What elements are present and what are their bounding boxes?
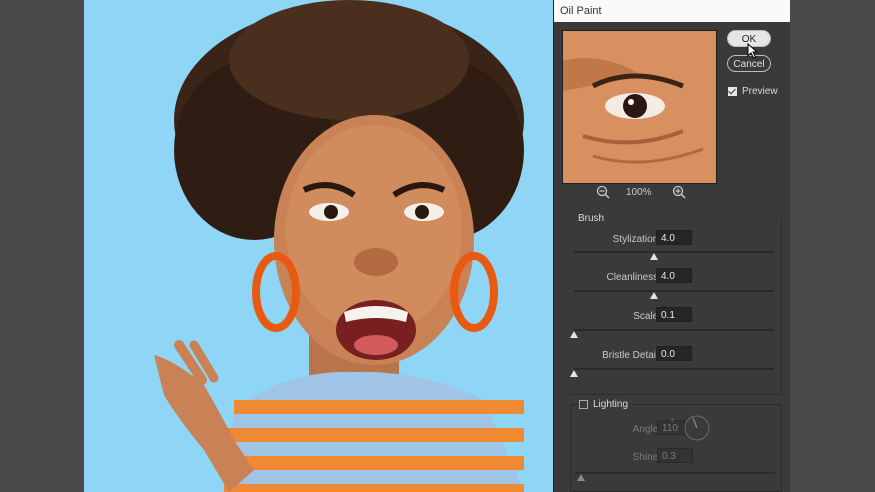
preview-toggle[interactable]: Preview — [728, 86, 778, 97]
stylization-slider-thumb[interactable] — [650, 253, 658, 260]
bristle-detail-label: Bristle Detail: — [602, 350, 661, 361]
lighting-checkbox[interactable] — [579, 399, 588, 409]
bristle-detail-input[interactable]: 0.0 — [656, 346, 692, 361]
cleanliness-slider-thumb[interactable] — [650, 292, 658, 299]
angle-dial-icon[interactable] — [684, 415, 710, 441]
brush-group: Stylization: 4.0 Cleanliness: 4.0 Scale:… — [570, 219, 782, 395]
preview-checkbox[interactable] — [728, 86, 737, 96]
cleanliness-input[interactable]: 4.0 — [656, 268, 692, 283]
scale-input[interactable]: 0.1 — [656, 307, 692, 322]
stylization-row: Stylization: 4.0 — [570, 230, 781, 250]
stylization-label: Stylization: — [612, 234, 661, 245]
cleanliness-row: Cleanliness: 4.0 — [570, 268, 781, 288]
scale-slider[interactable] — [570, 328, 774, 338]
angle-degree-unit: ° — [671, 418, 675, 427]
cleanliness-slider[interactable] — [574, 289, 774, 299]
lighting-group: Lighting Angle: 110 Shine: 0.3 — [570, 399, 782, 492]
shine-slider-thumb[interactable] — [577, 474, 585, 481]
oil-paint-photo — [154, 0, 524, 492]
scale-slider-thumb[interactable] — [570, 331, 578, 338]
zoom-out-icon[interactable] — [596, 185, 610, 199]
shine-slider[interactable] — [575, 471, 775, 481]
bristle-detail-slider[interactable] — [570, 367, 774, 377]
angle-row: Angle: 110 — [571, 420, 781, 440]
shine-input[interactable]: 0.3 — [657, 448, 693, 463]
image-canvas[interactable] — [84, 0, 556, 492]
shine-row: Shine: 0.3 — [571, 448, 781, 468]
bristle-detail-slider-thumb[interactable] — [570, 370, 578, 377]
stylization-input[interactable]: 4.0 — [656, 230, 692, 245]
cleanliness-label: Cleanliness: — [606, 272, 661, 283]
stylization-slider[interactable] — [574, 250, 774, 260]
scale-row: Scale: 0.1 — [570, 307, 781, 327]
oil-paint-dialog: Oil Paint 100% OK Cancel Preview Brush S… — [553, 0, 790, 492]
preview-eye-image — [563, 31, 716, 183]
zoom-controls: 100% — [592, 185, 692, 201]
zoom-in-icon[interactable] — [672, 185, 686, 199]
workspace-right-margin — [790, 0, 875, 492]
zoom-level: 100% — [626, 187, 652, 198]
lighting-toggle[interactable]: Lighting — [579, 399, 633, 410]
preview-thumbnail[interactable] — [562, 30, 717, 184]
bristle-detail-row: Bristle Detail: 0.0 — [570, 346, 781, 366]
mouse-cursor-icon — [747, 43, 759, 59]
preview-label: Preview — [742, 86, 778, 97]
dialog-title: Oil Paint — [554, 0, 790, 22]
lighting-title: Lighting — [593, 399, 629, 410]
